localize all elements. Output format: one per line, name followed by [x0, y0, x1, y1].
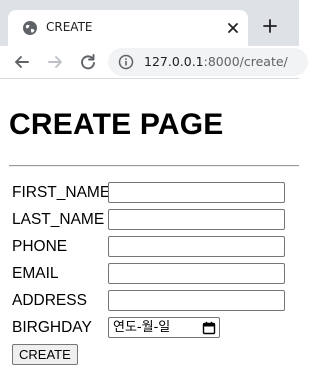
form-row-first-name: FIRST_NAME	[12, 182, 292, 204]
phone-label: PHONE	[12, 238, 68, 255]
date-placeholder: 연도-월-일	[113, 320, 171, 335]
url-host: 127.0.0.1	[144, 54, 204, 69]
arrow-left-icon[interactable]	[12, 52, 32, 72]
form-row-birthday: BIRGHDAY 연도-월-일	[12, 317, 292, 339]
plus-icon[interactable]	[262, 18, 278, 34]
birthday-label: BIRGHDAY	[12, 319, 92, 336]
browser-tabstrip: CREATE	[0, 0, 299, 46]
last-name-input[interactable]	[108, 209, 285, 230]
reload-icon[interactable]	[78, 52, 98, 72]
create-button[interactable]: CREATE	[12, 344, 78, 365]
last-name-label: LAST_NAME	[12, 211, 105, 228]
page-title: CREATE PAGE	[9, 108, 224, 141]
email-input[interactable]	[108, 263, 285, 284]
horizontal-rule	[9, 165, 299, 167]
calendar-icon[interactable]	[202, 321, 216, 335]
toolbar-divider	[0, 78, 299, 79]
form-row-email: EMAIL	[12, 263, 292, 285]
address-input[interactable]	[108, 290, 285, 311]
arrow-right-icon[interactable]	[45, 52, 65, 72]
url-text: 127.0.0.1:8000/create/	[144, 54, 288, 70]
birthday-date-input[interactable]: 연도-월-일	[108, 317, 220, 338]
address-label: ADDRESS	[12, 292, 87, 309]
email-label: EMAIL	[12, 265, 59, 282]
browser-toolbar: 127.0.0.1:8000/create/	[0, 46, 308, 78]
form-row-phone: PHONE	[12, 236, 292, 258]
first-name-label: FIRST_NAME	[12, 184, 111, 201]
form-row-last-name: LAST_NAME	[12, 209, 292, 231]
globe-icon	[23, 21, 37, 35]
phone-input[interactable]	[108, 236, 285, 257]
address-bar[interactable]: 127.0.0.1:8000/create/	[108, 48, 308, 76]
close-icon[interactable]	[226, 21, 240, 35]
info-icon[interactable]	[118, 54, 134, 70]
browser-tab[interactable]: CREATE	[8, 10, 248, 46]
url-path: :8000/create/	[203, 54, 288, 69]
tab-title: CREATE	[46, 20, 93, 34]
first-name-input[interactable]	[108, 182, 285, 203]
form-row-address: ADDRESS	[12, 290, 292, 312]
